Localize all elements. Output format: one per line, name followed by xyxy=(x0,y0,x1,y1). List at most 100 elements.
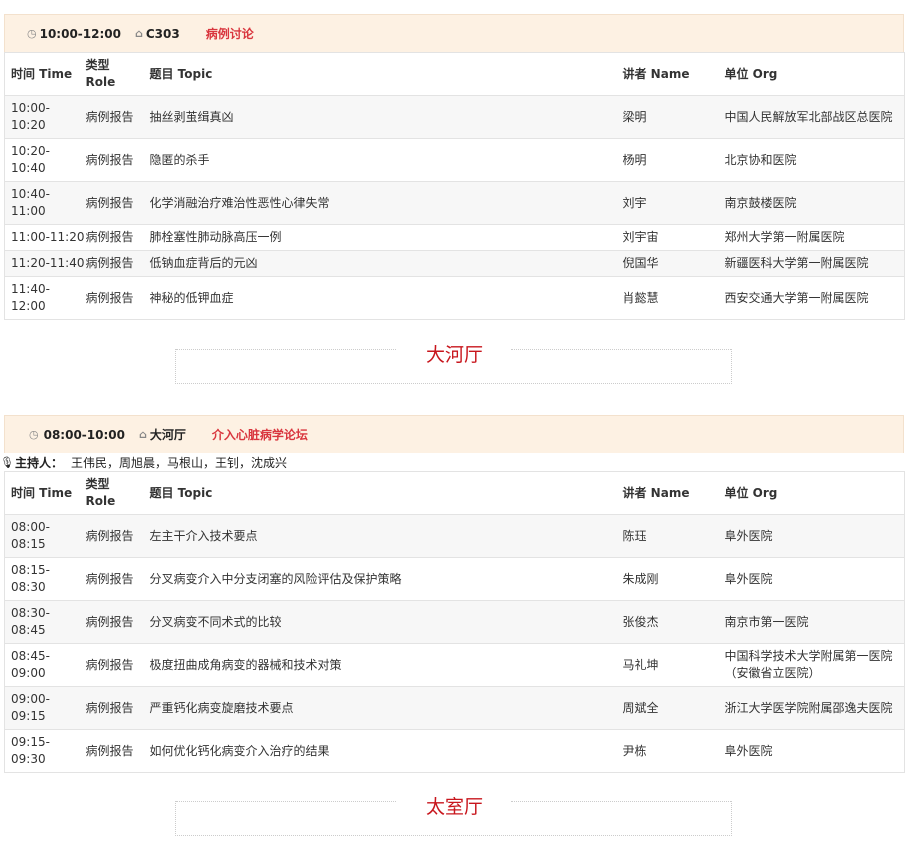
table-row: 09:15-09:30 病例报告 如何优化钙化病变介入治疗的结果 尹栋 阜外医院 xyxy=(4,729,905,773)
cell-org: 南京市第一医院 xyxy=(718,600,905,644)
table-row: 10:00-10:20 病例报告 抽丝剥茧缉真凶 梁明 中国人民解放军北部战区总… xyxy=(4,95,905,139)
cell-role: 病例报告 xyxy=(79,686,144,730)
cell-org: 郑州大学第一附属医院 xyxy=(718,224,905,251)
host-label: 主持人： xyxy=(14,455,63,470)
col-header-org: 单位 Org xyxy=(718,52,905,96)
col-header-role: 类型 Role xyxy=(79,52,144,96)
cell-topic: 化学消融治疗难治性恶性心律失常 xyxy=(143,181,617,225)
home-icon: ⌂ xyxy=(138,428,147,441)
cell-speaker: 肖懿慧 xyxy=(616,276,719,320)
cell-org: 新疆医科大学第一附属医院 xyxy=(718,250,905,277)
table-row: 11:00-11:20 病例报告 肺栓塞性肺动脉高压一例 刘宇宙 郑州大学第一附… xyxy=(4,224,905,251)
cell-speaker: 张俊杰 xyxy=(616,600,719,644)
session-room-text: C303 xyxy=(145,26,180,41)
cell-speaker: 刘宇 xyxy=(616,181,719,225)
cell-role: 病例报告 xyxy=(79,95,144,139)
table-row: 10:20-10:40 病例报告 隐匿的杀手 杨明 北京协和医院 xyxy=(4,138,905,182)
cell-topic: 如何优化钙化病变介入治疗的结果 xyxy=(143,729,617,773)
col-header-speaker: 讲者 Name xyxy=(616,52,719,96)
cell-speaker: 刘宇宙 xyxy=(616,224,719,251)
session-dahe-hall: ◷ 08:00-10:00 ⌂ 大河厅 介入心脏病学论坛 🎙 主持人： 王伟民，… xyxy=(0,415,905,773)
col-header-topic: 题目 Topic xyxy=(143,52,617,96)
table-row: 08:45-09:00 病例报告 极度扭曲成角病变的器械和技术对策 马礼坤 中国… xyxy=(4,643,905,687)
session-c303: ◷ 10:00-12:00 ⌂ C303 病例讨论 时间 Time 类型 Rol… xyxy=(4,14,905,320)
col-header-topic: 题目 Topic xyxy=(143,471,617,515)
cell-topic: 隐匿的杀手 xyxy=(143,138,617,182)
clock-icon: ◷ xyxy=(27,27,37,40)
cell-topic: 严重钙化病变旋磨技术要点 xyxy=(143,686,617,730)
cell-org: 阜外医院 xyxy=(718,514,905,558)
cell-speaker: 倪国华 xyxy=(616,250,719,277)
cell-org: 西安交通大学第一附属医院 xyxy=(718,276,905,320)
cell-speaker: 杨明 xyxy=(616,138,719,182)
cell-speaker: 梁明 xyxy=(616,95,719,139)
session-hosts: 🎙 主持人： 王伟民，周旭晨，马根山，王钊，沈成兴 xyxy=(0,453,904,471)
cell-role: 病例报告 xyxy=(79,276,144,320)
cell-speaker: 马礼坤 xyxy=(616,643,719,687)
cell-time: 09:00-09:15 xyxy=(4,686,80,730)
cell-org: 浙江大学医学院附属邵逸夫医院 xyxy=(718,686,905,730)
cell-role: 病例报告 xyxy=(79,557,144,601)
cell-topic: 肺栓塞性肺动脉高压一例 xyxy=(143,224,617,251)
cell-org: 南京鼓楼医院 xyxy=(718,181,905,225)
cell-role: 病例报告 xyxy=(79,250,144,277)
cell-role: 病例报告 xyxy=(79,643,144,687)
cell-topic: 抽丝剥茧缉真凶 xyxy=(143,95,617,139)
cell-topic: 极度扭曲成角病变的器械和技术对策 xyxy=(143,643,617,687)
session-time-text: 10:00-12:00 xyxy=(39,26,121,41)
table-row: 10:40-11:00 病例报告 化学消融治疗难治性恶性心律失常 刘宇 南京鼓楼… xyxy=(4,181,905,225)
cell-time: 10:00-10:20 xyxy=(4,95,80,139)
session-topic: 介入心脏病学论坛 xyxy=(211,428,308,442)
cell-org: 中国科学技术大学附属第一医院（安徽省立医院） xyxy=(718,643,905,687)
cell-time: 10:40-11:00 xyxy=(4,181,80,225)
cell-time: 08:15-08:30 xyxy=(4,557,80,601)
table-row: 08:00-08:15 病例报告 左主干介入技术要点 陈珏 阜外医院 xyxy=(4,514,905,558)
cell-topic: 分叉病变介入中分支闭塞的风险评估及保护策略 xyxy=(143,557,617,601)
cell-topic: 神秘的低钾血症 xyxy=(143,276,617,320)
table-row: 08:15-08:30 病例报告 分叉病变介入中分支闭塞的风险评估及保护策略 朱… xyxy=(4,557,905,601)
cell-role: 病例报告 xyxy=(79,138,144,182)
cell-org: 阜外医院 xyxy=(718,557,905,601)
cell-time: 09:15-09:30 xyxy=(4,729,80,773)
schedule-table: 时间 Time 类型 Role 题目 Topic 讲者 Name 单位 Org … xyxy=(4,52,905,320)
session-time-text: 08:00-10:00 xyxy=(43,427,125,442)
cell-topic: 低钠血症背后的元凶 xyxy=(143,250,617,277)
session-header: ◷ 10:00-12:00 ⌂ C303 病例讨论 xyxy=(4,14,904,52)
cell-role: 病例报告 xyxy=(79,181,144,225)
cell-role: 病例报告 xyxy=(79,224,144,251)
cell-role: 病例报告 xyxy=(79,729,144,773)
col-header-org: 单位 Org xyxy=(718,471,905,515)
cell-time: 10:20-10:40 xyxy=(4,138,80,182)
cell-topic: 左主干介入技术要点 xyxy=(143,514,617,558)
cell-time: 11:00-11:20 xyxy=(4,224,85,251)
hall-title: 太室厅 xyxy=(425,796,483,818)
cell-org: 北京协和医院 xyxy=(718,138,905,182)
table-row: 09:00-09:15 病例报告 严重钙化病变旋磨技术要点 周斌全 浙江大学医学… xyxy=(4,686,905,730)
schedule-table: 时间 Time 类型 Role 题目 Topic 讲者 Name 单位 Org … xyxy=(4,471,905,773)
col-header-time: 时间 Time xyxy=(4,471,80,515)
col-header-time: 时间 Time xyxy=(4,52,80,96)
session-room-text: 大河厅 xyxy=(149,428,186,442)
cell-org: 中国人民解放军北部战区总医院 xyxy=(718,95,905,139)
cell-time: 08:45-09:00 xyxy=(4,643,80,687)
session-topic: 病例讨论 xyxy=(205,27,254,41)
cell-role: 病例报告 xyxy=(79,600,144,644)
session-time: ◷ 08:00-10:00 xyxy=(29,428,125,442)
session-room: ⌂ C303 xyxy=(135,27,180,41)
host-names: 王伟民，周旭晨，马根山，王钊，沈成兴 xyxy=(70,455,287,470)
table-row: 08:30-08:45 病例报告 分叉病变不同术式的比较 张俊杰 南京市第一医院 xyxy=(4,600,905,644)
cell-speaker: 周斌全 xyxy=(616,686,719,730)
cell-speaker: 尹栋 xyxy=(616,729,719,773)
session-header: ◷ 08:00-10:00 ⌂ 大河厅 介入心脏病学论坛 xyxy=(4,415,904,453)
cell-speaker: 朱成刚 xyxy=(616,557,719,601)
cell-speaker: 陈珏 xyxy=(616,514,719,558)
hall-title: 大河厅 xyxy=(425,344,483,366)
session-room: ⌂ 大河厅 xyxy=(139,426,186,443)
table-row: 11:20-11:40 病例报告 低钠血症背后的元凶 倪国华 新疆医科大学第一附… xyxy=(4,250,905,277)
cell-time: 11:20-11:40 xyxy=(4,250,85,277)
table-row: 11:40-12:00 病例报告 神秘的低钾血症 肖懿慧 西安交通大学第一附属医… xyxy=(4,276,905,320)
session-time: ◷ 10:00-12:00 xyxy=(27,27,121,41)
cell-role: 病例报告 xyxy=(79,514,144,558)
col-header-role: 类型 Role xyxy=(79,471,144,515)
col-header-speaker: 讲者 Name xyxy=(616,471,719,515)
